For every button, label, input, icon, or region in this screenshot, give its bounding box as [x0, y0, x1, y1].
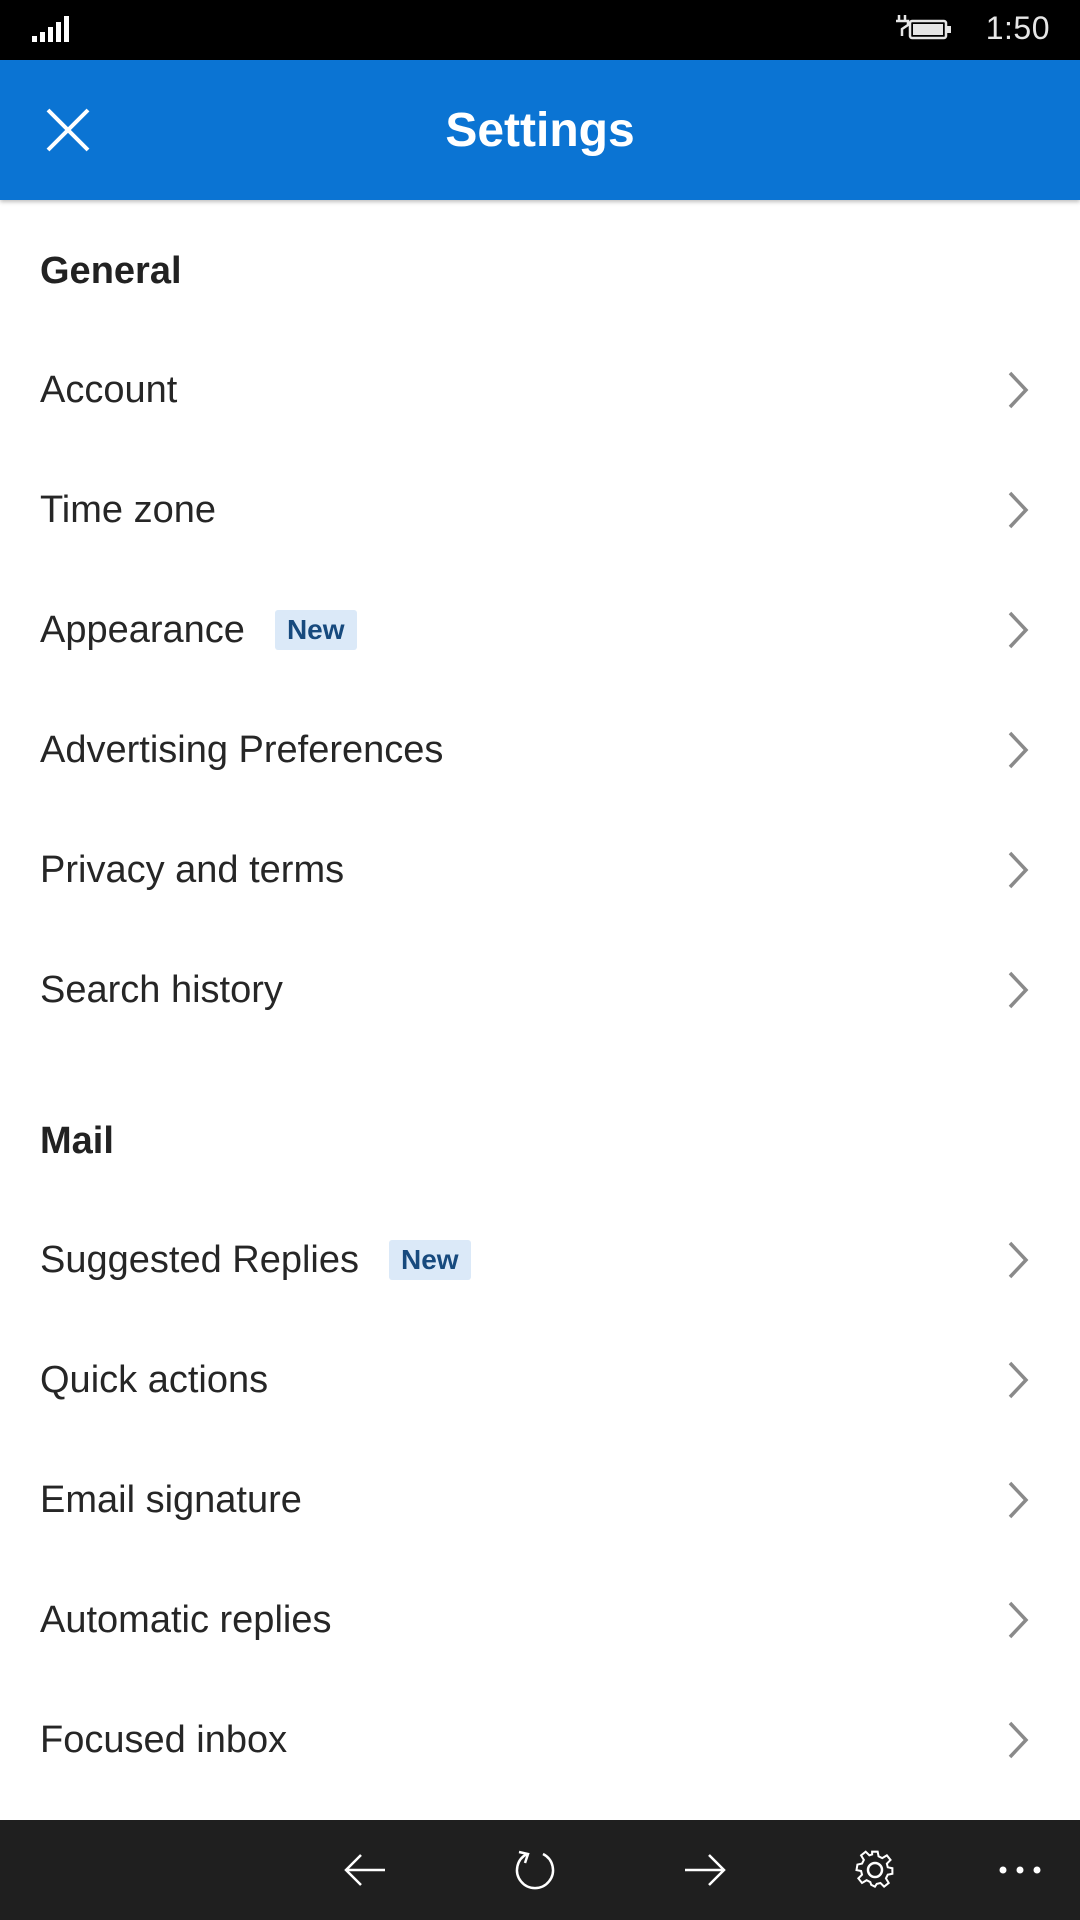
battery-charging-icon — [896, 15, 951, 40]
settings-item-label: Automatic replies — [40, 1598, 332, 1641]
settings-item-quick-actions[interactable]: Quick actions — [0, 1320, 1080, 1440]
settings-item-privacy-and-terms[interactable]: Privacy and terms — [0, 810, 1080, 930]
settings-item-label: Appearance — [40, 608, 245, 651]
system-nav-bar — [0, 1820, 1080, 1920]
settings-item-label: Email signature — [40, 1478, 302, 1521]
settings-item-label: Advertising Preferences — [40, 728, 444, 771]
chevron-right-icon — [1008, 1241, 1029, 1279]
close-button[interactable] — [34, 96, 102, 164]
settings-item-account[interactable]: Account — [0, 330, 1080, 450]
settings-item-focused-inbox[interactable]: Focused inbox — [0, 1680, 1080, 1800]
settings-item-label: Quick actions — [40, 1358, 269, 1401]
settings-item-label: Search history — [40, 968, 283, 1011]
more-button[interactable] — [990, 1840, 1050, 1900]
status-time: 1:50 — [985, 10, 1050, 46]
new-badge: New — [389, 1240, 471, 1280]
settings-item-label: Privacy and terms — [40, 848, 345, 891]
settings-item-label: Time zone — [40, 488, 216, 531]
forward-arrow-icon — [685, 1854, 726, 1886]
settings-item-label: Suggested Replies — [40, 1238, 359, 1281]
back-button[interactable] — [335, 1840, 395, 1900]
chevron-right-icon — [1008, 851, 1029, 889]
settings-item-advertising-preferences[interactable]: Advertising Preferences — [0, 690, 1080, 810]
refresh-icon — [515, 1850, 555, 1890]
refresh-button[interactable] — [505, 1840, 565, 1900]
app-header: Settings — [0, 60, 1080, 200]
chevron-right-icon — [1008, 1601, 1029, 1639]
section-title-general: General — [40, 250, 182, 292]
settings-item-email-signature[interactable]: Email signature — [0, 1440, 1080, 1560]
settings-item-automatic-replies[interactable]: Automatic replies — [0, 1560, 1080, 1680]
settings-item-time-zone[interactable]: Time zone — [0, 450, 1080, 570]
settings-item-appearance[interactable]: Appearance New — [0, 570, 1080, 690]
chevron-right-icon — [1008, 491, 1029, 529]
settings-item-label: Account — [40, 368, 178, 411]
more-icon — [999, 1866, 1041, 1874]
back-arrow-icon — [344, 1854, 385, 1886]
chevron-right-icon — [1008, 1481, 1029, 1519]
close-icon — [46, 108, 90, 152]
settings-item-suggested-replies[interactable]: Suggested Replies New — [0, 1200, 1080, 1320]
forward-button[interactable] — [675, 1840, 735, 1900]
status-bar: 1:50 — [0, 0, 1080, 60]
page-title: Settings — [445, 103, 635, 157]
signal-icon — [32, 16, 69, 42]
chevron-right-icon — [1008, 371, 1029, 409]
chevron-right-icon — [1008, 731, 1029, 769]
settings-button[interactable] — [845, 1840, 905, 1900]
settings-list: General Account Time zone Appearance New… — [0, 200, 1080, 1820]
chevron-right-icon — [1008, 971, 1029, 1009]
chevron-right-icon — [1008, 1361, 1029, 1399]
chevron-right-icon — [1008, 611, 1029, 649]
new-badge: New — [274, 610, 357, 650]
settings-item-search-history[interactable]: Search history — [0, 930, 1080, 1050]
gear-icon — [855, 1850, 894, 1888]
section-title-mail: Mail — [40, 1120, 114, 1162]
chevron-right-icon — [1008, 1721, 1029, 1759]
settings-item-label: Focused inbox — [40, 1718, 288, 1761]
